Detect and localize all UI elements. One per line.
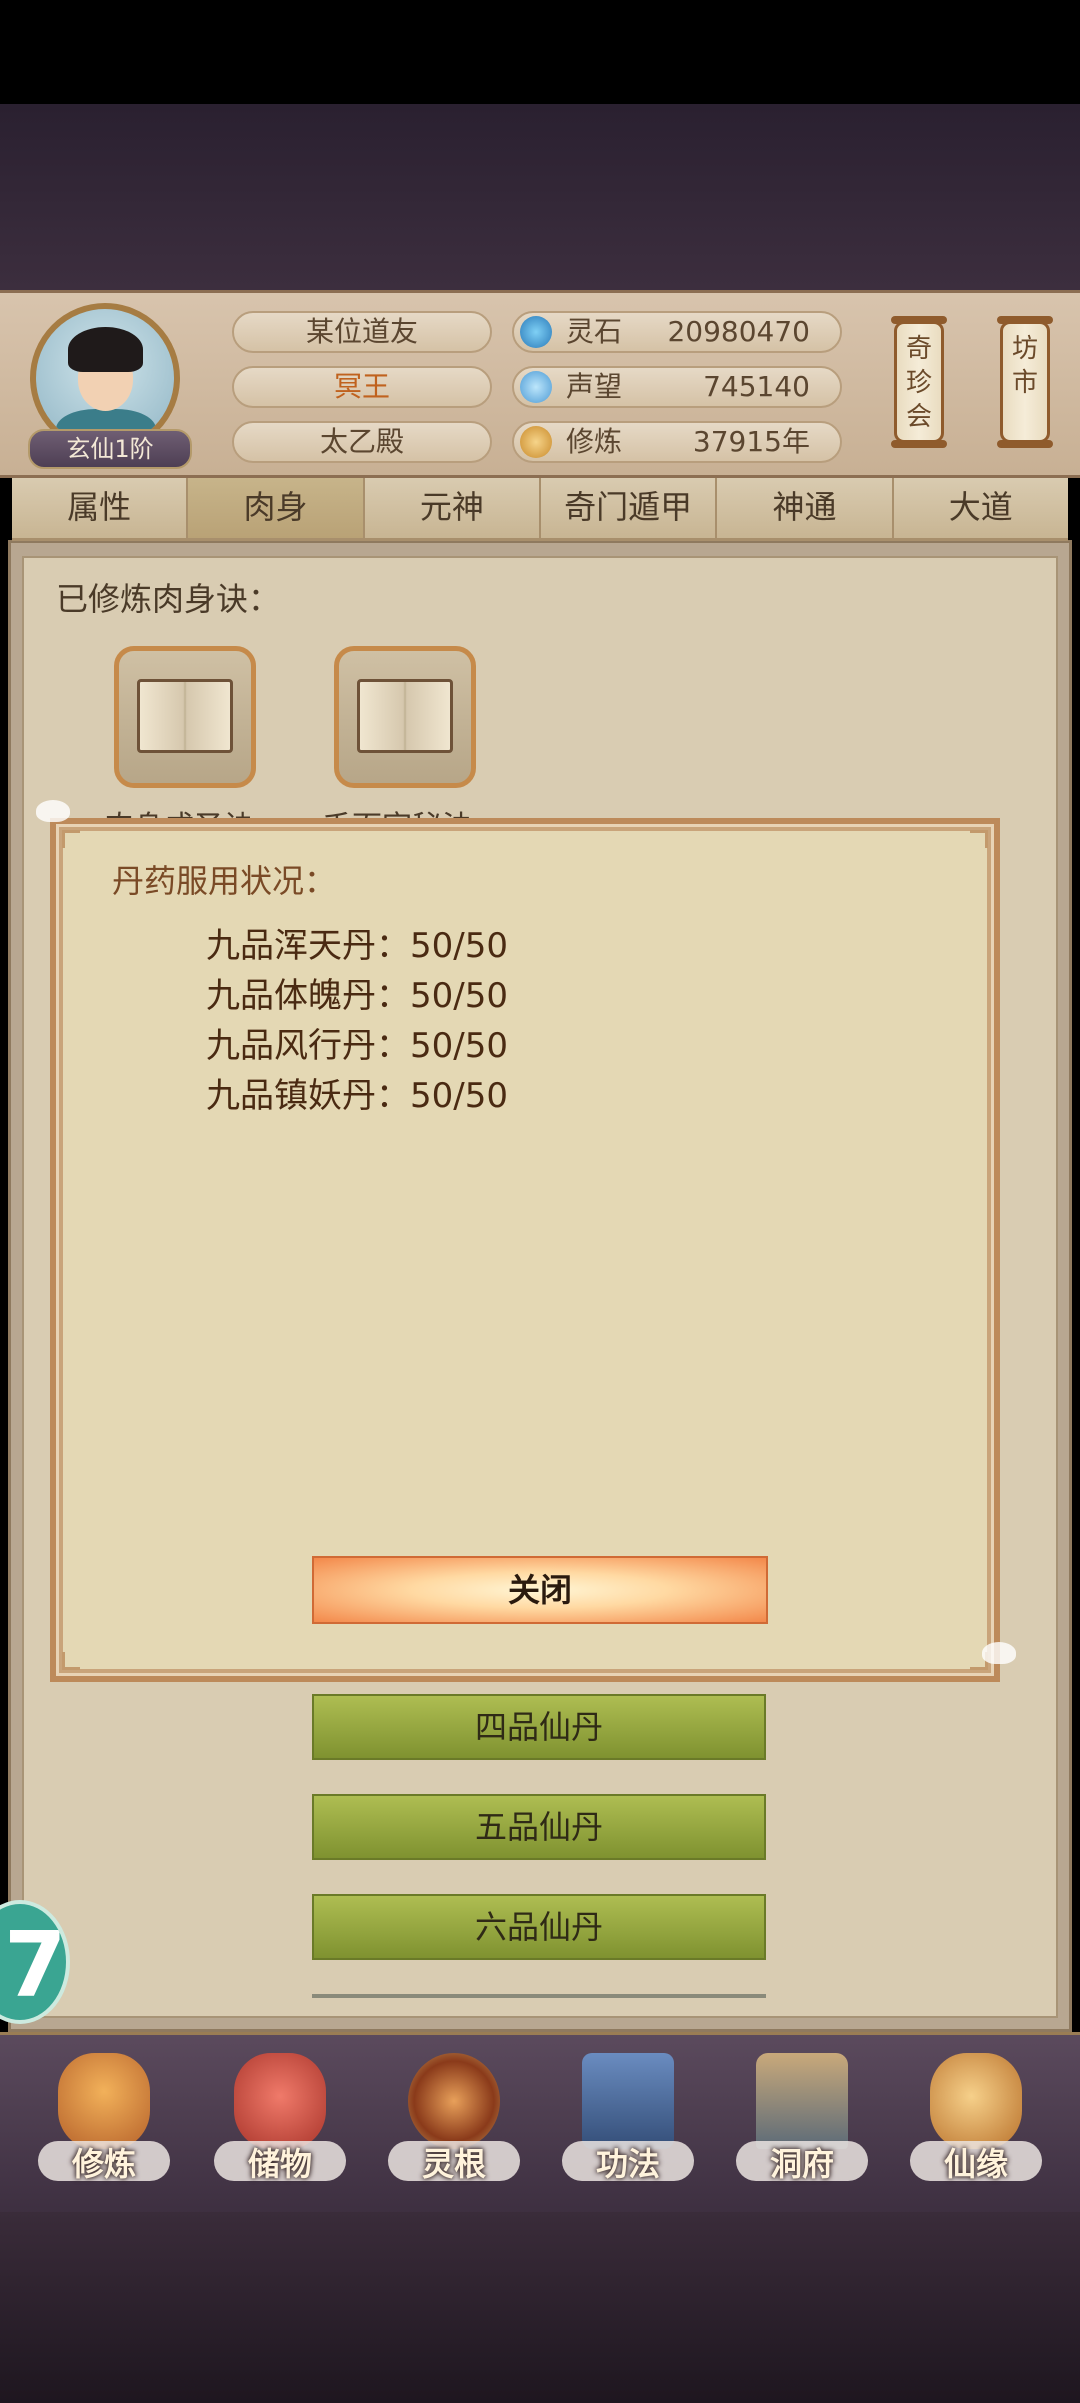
avatar-hair bbox=[68, 327, 143, 372]
pill-name: 九品体魄丹： bbox=[206, 976, 410, 1016]
technique-book-icon bbox=[582, 2053, 674, 2149]
player-sect: 太乙殿 bbox=[232, 421, 492, 463]
dialog-title: 丹药服用状况： bbox=[112, 862, 337, 900]
market-button[interactable]: 坊市 bbox=[997, 316, 1053, 448]
player-title: 冥王 bbox=[232, 366, 492, 408]
nav-cultivate[interactable]: 修炼 bbox=[34, 2053, 174, 2203]
open-book-icon bbox=[357, 679, 453, 753]
player-header: 玄仙1阶 某位道友 冥王 太乙殿 灵石 20980470 声望 745140 修… bbox=[0, 290, 1080, 478]
float-badge: 7 bbox=[4, 1913, 67, 2018]
pill-count: 50/50 bbox=[410, 926, 508, 966]
pill-status-dialog bbox=[50, 818, 1000, 1682]
section-title: 已修炼肉身诀： bbox=[56, 580, 281, 618]
open-book-icon bbox=[137, 679, 233, 753]
cultivate-icon bbox=[58, 2053, 150, 2149]
nav-label: 功法 bbox=[595, 2145, 660, 2183]
immortal-fate-icon bbox=[930, 2053, 1022, 2149]
scroll-label: 坊市 bbox=[1011, 334, 1038, 398]
resource-label: 声望 bbox=[566, 370, 623, 403]
nav-technique[interactable]: 功法 bbox=[558, 2053, 698, 2203]
tab-great-dao[interactable]: 大道 bbox=[893, 478, 1068, 538]
spirit-root-icon bbox=[408, 2053, 500, 2149]
nav-label: 灵根 bbox=[421, 2145, 486, 2183]
resource-reputation: 声望 745140 bbox=[512, 366, 842, 408]
butterfly-icon bbox=[36, 800, 70, 822]
bottom-nav: 修炼 储物 灵根 功法 洞府 仙缘 bbox=[0, 2032, 1080, 2215]
resource-value: 745140 bbox=[703, 370, 810, 403]
nav-immortal-fate[interactable]: 仙缘 bbox=[906, 2053, 1046, 2203]
pill-status-row: 九品浑天丹：50/50 bbox=[206, 918, 508, 967]
body-technique-book[interactable] bbox=[334, 646, 476, 788]
tab-soul[interactable]: 元神 bbox=[364, 478, 541, 538]
nav-label: 修炼 bbox=[71, 2145, 136, 2183]
pill-list-divider bbox=[312, 1994, 766, 1998]
pill-grade-6-button[interactable]: 六品仙丹 bbox=[312, 1894, 766, 1960]
pill-grade-4-button[interactable]: 四品仙丹 bbox=[312, 1694, 766, 1760]
butterfly-icon bbox=[982, 1642, 1016, 1664]
floating-assistant-button[interactable]: 7 bbox=[0, 1900, 70, 2024]
meditation-icon bbox=[520, 426, 552, 458]
pill-name: 九品浑天丹： bbox=[206, 926, 410, 966]
cave-dwelling-icon bbox=[756, 2053, 848, 2149]
tab-qimen-dunjia[interactable]: 奇门遁甲 bbox=[540, 478, 718, 538]
scroll-label: 奇珍会 bbox=[905, 334, 932, 432]
pill-count: 50/50 bbox=[410, 1026, 508, 1066]
realm-rank-badge: 玄仙1阶 bbox=[28, 429, 192, 469]
pill-status-row: 九品镇妖丹：50/50 bbox=[206, 1068, 508, 1117]
resource-label: 灵石 bbox=[566, 315, 623, 348]
tab-body[interactable]: 肉身 bbox=[188, 478, 365, 538]
resource-spirit-stone: 灵石 20980470 bbox=[512, 311, 842, 353]
pill-count: 50/50 bbox=[410, 1076, 508, 1116]
pill-grade-5-button[interactable]: 五品仙丹 bbox=[312, 1794, 766, 1860]
pill-status-row: 九品体魄丹：50/50 bbox=[206, 968, 508, 1017]
resource-value: 37915年 bbox=[692, 425, 810, 458]
storage-bag-icon bbox=[234, 2053, 326, 2149]
nav-label: 洞府 bbox=[769, 2145, 834, 2183]
nav-label: 储物 bbox=[247, 2145, 312, 2183]
tab-divine-powers[interactable]: 神通 bbox=[717, 478, 894, 538]
top-background bbox=[0, 104, 1080, 290]
nav-cave-dwelling[interactable]: 洞府 bbox=[732, 2053, 872, 2203]
resource-cultivation: 修炼 37915年 bbox=[512, 421, 842, 463]
tab-attributes[interactable]: 属性 bbox=[12, 478, 189, 538]
bottom-background bbox=[0, 2212, 1080, 2403]
tab-bar: 属性 肉身 元神 奇门遁甲 神通 大道 bbox=[12, 478, 1068, 541]
nav-spirit-root[interactable]: 灵根 bbox=[384, 2053, 524, 2203]
pill-count: 50/50 bbox=[410, 976, 508, 1016]
spirit-stone-icon bbox=[520, 316, 552, 348]
status-bar-area bbox=[0, 0, 1080, 104]
corner-ornament bbox=[970, 830, 988, 848]
corner-ornament bbox=[62, 1652, 80, 1670]
corner-ornament bbox=[62, 830, 80, 848]
pill-name: 九品镇妖丹： bbox=[206, 1076, 410, 1116]
pill-name: 九品风行丹： bbox=[206, 1026, 410, 1066]
reputation-icon bbox=[520, 371, 552, 403]
pill-status-row: 九品风行丹：50/50 bbox=[206, 1018, 508, 1067]
nav-label: 仙缘 bbox=[943, 2145, 1008, 2183]
nav-storage[interactable]: 储物 bbox=[210, 2053, 350, 2203]
resource-label: 修炼 bbox=[566, 425, 623, 458]
player-name: 某位道友 bbox=[232, 311, 492, 353]
treasure-auction-button[interactable]: 奇珍会 bbox=[891, 316, 947, 448]
body-technique-book[interactable] bbox=[114, 646, 256, 788]
close-button[interactable]: 关闭 bbox=[312, 1556, 768, 1624]
resource-value: 20980470 bbox=[667, 315, 810, 348]
